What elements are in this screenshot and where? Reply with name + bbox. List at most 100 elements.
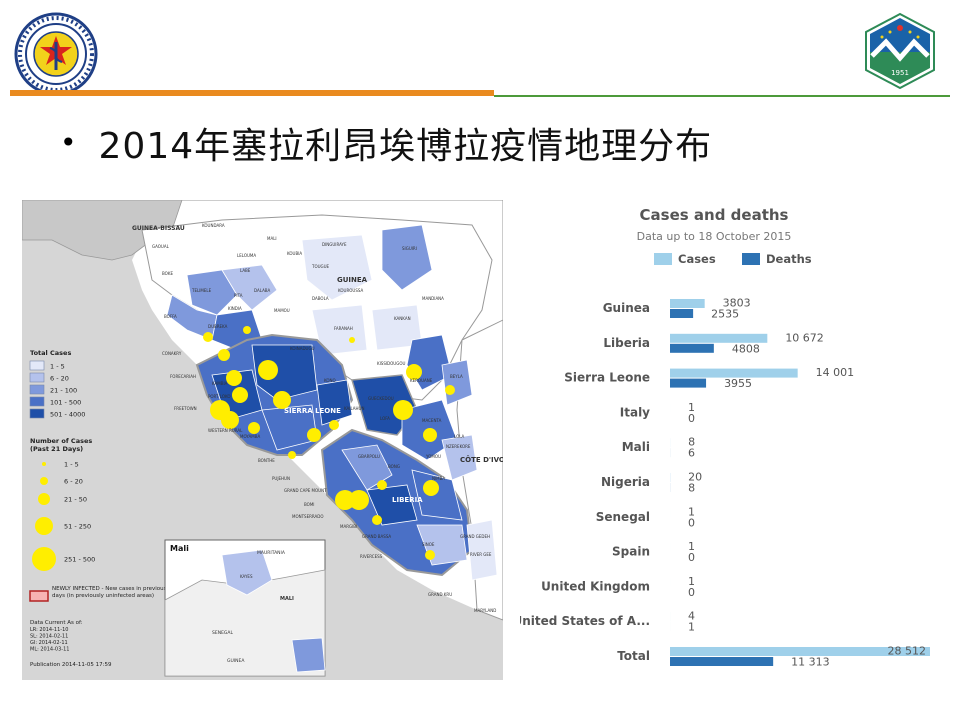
prefecture-label: FREETOWN xyxy=(174,406,197,411)
bubble-sinoe xyxy=(425,550,435,560)
logo-year: 1951 xyxy=(891,69,909,77)
category-label: Guinea xyxy=(603,301,650,315)
chart-bars: Guinea 38032535Liberia 10 6724808Sierra Le… xyxy=(520,297,930,669)
bubble-montserrado xyxy=(349,490,369,510)
header-rule-orange xyxy=(10,90,494,96)
prefecture-label: KAILAHUN xyxy=(344,406,364,411)
legend-recent-bubble xyxy=(32,547,56,571)
prefecture-label: BEYLA xyxy=(450,374,463,379)
category-label: Italy xyxy=(620,405,650,419)
legend-recent-range: 251 - 500 xyxy=(64,556,95,564)
bubble-bombali xyxy=(258,360,278,380)
prefecture-label: KOUROUSSA xyxy=(338,288,363,293)
prefecture-label: GRAND CAPE MOUNT xyxy=(284,488,327,493)
legend-data-current-item: SL: 2014-02-11 xyxy=(30,634,68,640)
prefecture-label: KEROUANE xyxy=(410,378,433,383)
category-label: Total xyxy=(617,649,650,663)
legend-recent-range: 6 - 20 xyxy=(64,478,83,486)
inset-label-senegal: SENEGAL xyxy=(212,630,233,636)
prefecture-label: KOUNDARA xyxy=(202,223,225,228)
bubble-macenta xyxy=(423,428,437,442)
legend-total-swatch xyxy=(29,372,45,383)
prefecture-label: YOMOU xyxy=(425,454,441,459)
value-label-deaths: 0 xyxy=(688,516,695,529)
category-label: Liberia xyxy=(603,336,650,350)
legend-data-current-item: ML: 2014-03-11 xyxy=(30,647,69,653)
mali-inset-map: Mali MAURITANIA GUINEA SENEGAL MALI KAYE… xyxy=(164,539,326,677)
bubble-bomi xyxy=(377,480,387,490)
chart-svg: Cases and deaths Data up to 18 October 2… xyxy=(520,206,930,669)
cases-deaths-chart: Cases and deaths Data up to 18 October 2… xyxy=(520,196,950,680)
prefecture-label: MACENTA xyxy=(422,418,442,423)
value-label-cases: 28 512 xyxy=(888,645,927,658)
bar-deaths xyxy=(670,657,774,666)
inset-label-mauritania: MAURITANIA xyxy=(257,550,286,556)
legend-data-current-item: GI: 2014-02-11 xyxy=(30,640,68,646)
bar-cases xyxy=(670,299,705,308)
slide-title: 2014年塞拉利昂埃博拉疫情地理分布 xyxy=(98,126,713,167)
slide: 1951 • 2014年塞拉利昂埃博拉疫情地理分布 GUINEA-BISSAU … xyxy=(0,0,960,720)
legend-total-swatch xyxy=(29,360,45,371)
bullet-icon: • xyxy=(60,126,77,159)
prefecture-label: SINOE xyxy=(422,542,435,547)
bubble-beyla xyxy=(445,385,455,395)
chart-title: Cases and deaths xyxy=(640,206,789,224)
label-liberia: LIBERIA xyxy=(392,496,423,504)
prefecture-label: MANDIANA xyxy=(422,296,444,301)
legend-deaths-swatch xyxy=(742,253,760,265)
chart-subtitle: Data up to 18 October 2015 xyxy=(637,230,792,243)
prefecture-label: BONTHE xyxy=(258,458,275,463)
university-shield-logo: 1951 xyxy=(864,12,936,90)
chart-legend: Cases Deaths xyxy=(654,252,812,266)
value-label-deaths: 3955 xyxy=(724,377,752,390)
prefecture-label: KANKAN xyxy=(394,316,411,321)
label-guinea-bissau: GUINEA-BISSAU xyxy=(132,225,185,232)
prefecture-label: KONO xyxy=(324,378,336,383)
bubble-bonthe xyxy=(288,451,296,459)
legend-newly-infected: NEWLY INFECTED - New cases in previous 7… xyxy=(52,586,172,599)
bubble-kindia xyxy=(203,332,213,342)
bubble-western-rural xyxy=(221,411,239,429)
legend-cases-label: Cases xyxy=(678,252,716,266)
bubble-forecariah xyxy=(218,349,230,361)
bubble-port-loko xyxy=(232,387,248,403)
legend-total-swatch xyxy=(29,384,45,395)
legend-publication: Publication 2014-11-05 17:59 xyxy=(30,662,112,668)
inset-label-kayes: KAYES xyxy=(240,574,253,579)
prefecture-label: PORT LOKO xyxy=(208,394,231,399)
prefecture-label: BOFFA xyxy=(164,314,177,319)
inset-title: Mali xyxy=(170,544,189,553)
prefecture-label: GRAND KRU xyxy=(428,592,452,597)
prefecture-label: PUJEHUN xyxy=(272,476,290,481)
legend-newly-infected-swatch xyxy=(29,590,49,602)
value-label-deaths: 0 xyxy=(688,551,695,564)
prefecture-label: KOUBIA xyxy=(287,251,302,256)
prefecture-label: KAMBIA xyxy=(212,381,228,386)
category-label: Nigeria xyxy=(601,475,650,489)
prefecture-label: DUBREKA xyxy=(208,324,228,329)
health-bureau-seal-icon xyxy=(14,12,98,96)
prefecture-label: MALI xyxy=(267,236,277,241)
legend-total-range: 101 - 500 xyxy=(50,399,81,407)
prefecture-label: MOYAMBA xyxy=(240,434,260,439)
prefecture-label: DINGUIRAYE xyxy=(322,242,347,247)
legend-data-current-list: LR: 2014-11-10SL: 2014-02-11GI: 2014-02-… xyxy=(30,627,69,653)
prefecture-label: GRAND GEDEH xyxy=(460,534,490,539)
legend-recent-title-line: Number of Cases xyxy=(30,437,92,445)
value-label-deaths: 1 xyxy=(688,621,695,634)
prefecture-label: BOMI xyxy=(304,502,314,507)
prefecture-label: FARANAH xyxy=(334,326,353,331)
value-label-cases: 14 001 xyxy=(816,366,855,379)
bubble-moyamba xyxy=(248,422,260,434)
value-label-deaths: 0 xyxy=(688,586,695,599)
prefecture-label: FORECARIAH xyxy=(170,374,196,379)
prefecture-label: GBARPOLU xyxy=(358,454,380,459)
value-label-deaths: 6 xyxy=(688,447,695,460)
prefecture-label: KINDIA xyxy=(228,306,242,311)
prefecture-label: NIMBA xyxy=(432,476,445,481)
bar-deaths xyxy=(670,378,707,388)
value-label-deaths: 11 313 xyxy=(791,656,830,669)
category-label: Senegal xyxy=(596,510,650,524)
inset-bamako xyxy=(291,637,326,673)
legend-recent-range: 1 - 5 xyxy=(64,461,79,469)
